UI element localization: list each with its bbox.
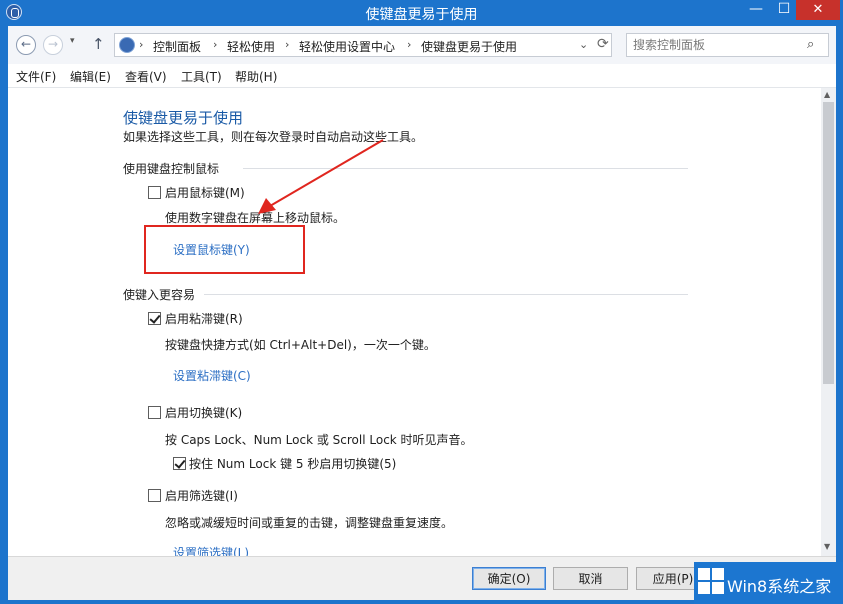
watermark-text: Win8系统之家 (727, 577, 832, 596)
menu-view[interactable]: 查看(V) (125, 68, 167, 85)
control-panel-icon (119, 37, 135, 53)
search-input[interactable] (633, 37, 793, 53)
forward-button[interactable]: → (43, 35, 63, 55)
back-button[interactable]: ← (16, 35, 36, 55)
windows-logo-icon (698, 568, 724, 594)
breadcrumb-separator[interactable]: › (213, 38, 217, 51)
toggle-keys-description: 按 Caps Lock、Num Lock 或 Scroll Lock 时听见声音… (165, 433, 473, 447)
toggle-keys-label[interactable]: 启用切换键(K) (165, 404, 242, 421)
sticky-keys-description: 按键盘快捷方式(如 Ctrl+Alt+Del)，一次一个键。 (165, 338, 436, 352)
page-description: 如果选择这些工具，则在每次登录时自动启动这些工具。 (123, 130, 424, 144)
window: 使键盘更易于使用 — ☐ ✕ ← → ▾ ↑ › 控制面板 › 轻松使用 › 轻… (0, 0, 843, 604)
minimize-button[interactable]: — (742, 0, 770, 20)
menu-help[interactable]: 帮助(H) (235, 68, 277, 85)
menu-bar: 文件(F) 编辑(E) 查看(V) 工具(T) 帮助(H) (8, 64, 836, 88)
filter-keys-label[interactable]: 启用筛选键(I) (165, 487, 238, 504)
breadcrumb-separator[interactable]: › (285, 38, 289, 51)
section-divider (204, 294, 688, 295)
scroll-down-icon[interactable]: ▼ (824, 542, 830, 551)
scroll-up-icon[interactable]: ▲ (824, 90, 830, 99)
breadcrumb-separator[interactable]: › (139, 38, 143, 51)
sticky-keys-label[interactable]: 启用粘滞键(R) (165, 310, 243, 327)
breadcrumb-separator[interactable]: › (407, 38, 411, 51)
content-pane: 使键盘更易于使用 如果选择这些工具，则在每次登录时自动启动这些工具。 使用键盘控… (8, 88, 836, 556)
mouse-keys-label[interactable]: 启用鼠标键(M) (165, 184, 245, 201)
cancel-button[interactable]: 取消 (553, 567, 628, 590)
menu-file[interactable]: 文件(F) (16, 68, 56, 85)
scrollbar-thumb[interactable] (823, 102, 834, 384)
search-icon[interactable]: ⌕ (807, 37, 814, 52)
refresh-icon[interactable]: ⟳ (597, 36, 609, 52)
breadcrumb-current-page[interactable]: 使键盘更易于使用 (421, 38, 517, 55)
setup-filter-keys-link[interactable]: 设置筛选键(L) (173, 544, 249, 556)
toggle-numlock-label[interactable]: 按住 Num Lock 键 5 秒启用切换键(5) (189, 455, 396, 472)
section-heading-mouse: 使用键盘控制鼠标 (123, 162, 220, 176)
address-dropdown-icon[interactable]: ⌄ (579, 38, 588, 51)
title-bar: 使键盘更易于使用 — ☐ ✕ (0, 0, 843, 26)
recent-locations-chevron-icon[interactable]: ▾ (70, 36, 75, 46)
setup-sticky-keys-link[interactable]: 设置粘滞键(C) (173, 367, 251, 384)
filter-keys-checkbox[interactable] (148, 489, 161, 502)
menu-edit[interactable]: 编辑(E) (70, 68, 111, 85)
section-divider (243, 168, 688, 169)
annotation-highlight-box (144, 225, 305, 274)
toggle-numlock-checkbox[interactable] (173, 457, 186, 470)
address-bar[interactable]: › 控制面板 › 轻松使用 › 轻松使用设置中心 › 使键盘更易于使用 ⌄ ⟳ (114, 33, 612, 57)
close-button[interactable]: ✕ (796, 0, 840, 20)
breadcrumb-control-panel[interactable]: 控制面板 (153, 38, 201, 55)
vertical-scrollbar[interactable]: ▲ ▼ (821, 88, 836, 556)
up-button[interactable]: ↑ (92, 35, 105, 53)
filter-keys-description: 忽略或减缓短时间或重复的击键，调整键盘重复速度。 (165, 516, 454, 530)
breadcrumb-ease-of-access[interactable]: 轻松使用 (227, 38, 275, 55)
navigation-bar: ← → ▾ ↑ › 控制面板 › 轻松使用 › 轻松使用设置中心 › 使键盘更易… (8, 26, 836, 64)
page-title: 使键盘更易于使用 (123, 109, 244, 127)
mouse-keys-checkbox[interactable] (148, 186, 161, 199)
toggle-keys-checkbox[interactable] (148, 406, 161, 419)
menu-tools[interactable]: 工具(T) (181, 68, 222, 85)
section-heading-typing: 使键入更容易 (123, 288, 196, 302)
maximize-button[interactable]: ☐ (770, 0, 798, 20)
annotation-arrow (258, 139, 384, 214)
search-box[interactable]: ⌕ (626, 33, 829, 57)
ok-button[interactable]: 确定(O) (472, 567, 546, 590)
window-title: 使键盘更易于使用 (365, 7, 478, 23)
sticky-keys-checkbox[interactable] (148, 312, 161, 325)
breadcrumb-ease-of-access-center[interactable]: 轻松使用设置中心 (299, 38, 395, 55)
watermark: Win8系统之家 (694, 562, 843, 604)
mouse-keys-description: 使用数字键盘在屏幕上移动鼠标。 (165, 211, 346, 225)
